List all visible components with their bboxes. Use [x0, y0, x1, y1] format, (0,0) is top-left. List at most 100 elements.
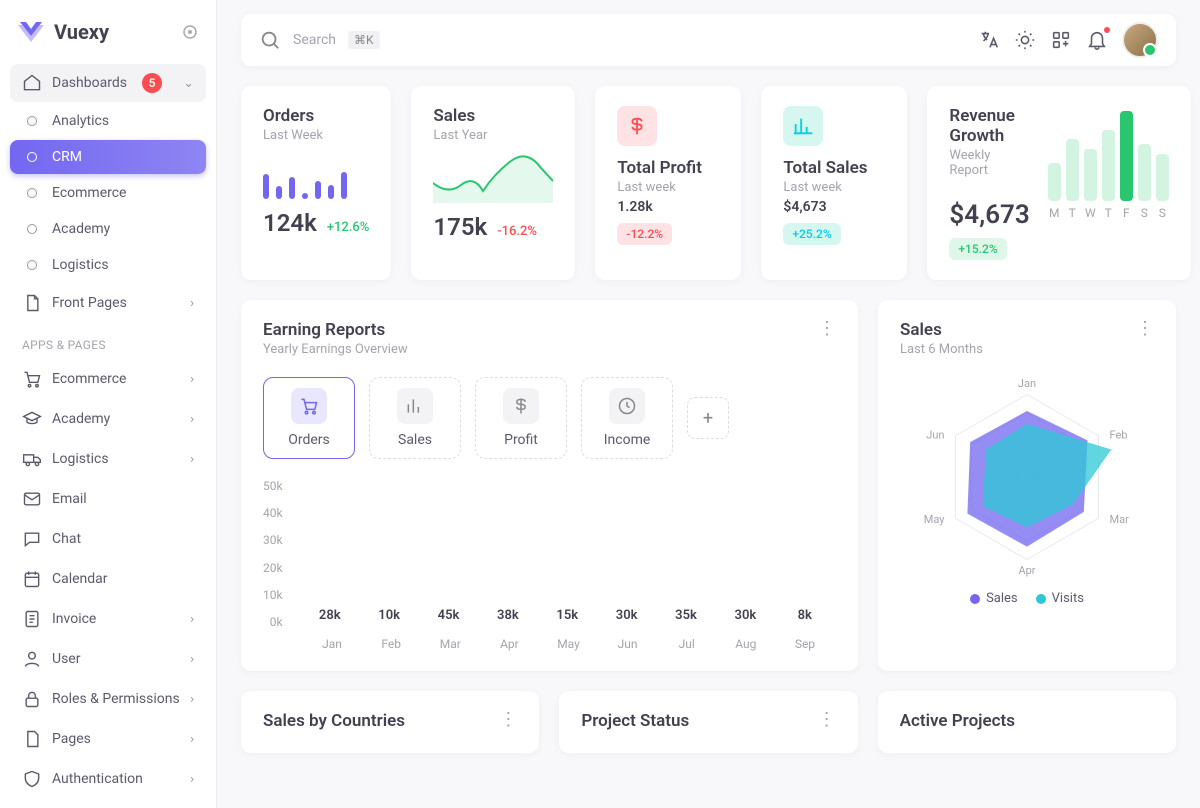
radar-chart: Jan Feb Mar Apr May Jun	[917, 367, 1137, 587]
card-menu-icon[interactable]: ⋮	[1136, 320, 1154, 338]
shield-icon	[22, 769, 42, 789]
profit-card: Total Profit Last week 1.28k -12.2%	[595, 86, 741, 280]
card-title: Sales	[433, 106, 553, 126]
chevron-right-icon: ›	[190, 772, 194, 787]
nav-roles[interactable]: Roles & Permissions›	[10, 680, 206, 718]
active-projects-card: Active Projects	[878, 691, 1176, 753]
revenue-bars: MTWTFSS	[1048, 106, 1169, 260]
main-content: Search ⌘K Orders Last Week 124k+12.6%	[217, 0, 1200, 808]
nav-academy-dash[interactable]: Academy	[10, 212, 206, 246]
nav-logistics[interactable]: Logistics›	[10, 440, 206, 478]
card-title: Active Projects	[900, 711, 1015, 731]
nav-academy[interactable]: Academy›	[10, 400, 206, 438]
sales-value: 175k	[433, 213, 487, 241]
legend-visits: Visits	[1036, 591, 1084, 606]
chat-icon	[22, 529, 42, 549]
total-sales-chip: +25.2%	[783, 223, 840, 245]
card-subtitle: Last 6 Months	[900, 342, 983, 357]
card-subtitle: Last week	[783, 180, 885, 195]
home-icon	[22, 73, 42, 93]
svg-text:Apr: Apr	[1018, 564, 1035, 577]
nav-auth[interactable]: Authentication›	[10, 760, 206, 798]
language-icon[interactable]	[978, 29, 1000, 51]
cart-icon	[22, 369, 42, 389]
nav-chat[interactable]: Chat	[10, 520, 206, 558]
pin-icon[interactable]	[182, 24, 198, 40]
search-trigger[interactable]: Search ⌘K	[259, 29, 380, 51]
revenue-chip: +15.2%	[949, 238, 1006, 260]
card-subtitle: Last Year	[433, 128, 553, 143]
brand-name: Vuexy	[54, 20, 109, 44]
chevron-right-icon: ›	[190, 296, 194, 311]
card-title: Total Sales	[783, 158, 885, 178]
calendar-icon	[22, 569, 42, 589]
earning-reports-card: Earning Reports Yearly Earnings Overview…	[241, 300, 858, 671]
card-title: Sales by Countries	[263, 711, 405, 731]
search-icon	[259, 29, 281, 51]
card-menu-icon[interactable]: ⋮	[818, 711, 836, 729]
sales-sparkline	[433, 153, 553, 203]
user-avatar[interactable]	[1122, 22, 1158, 58]
apps-icon[interactable]	[1050, 29, 1072, 51]
pages-icon	[22, 729, 42, 749]
graduation-icon	[22, 409, 42, 429]
svg-text:Mar: Mar	[1110, 513, 1130, 526]
nav-analytics[interactable]: Analytics	[10, 104, 206, 138]
chevron-right-icon: ›	[190, 612, 194, 627]
chevron-right-icon: ›	[190, 452, 194, 467]
invoice-icon	[22, 609, 42, 629]
theme-icon[interactable]	[1014, 29, 1036, 51]
profit-chip: -12.2%	[617, 223, 672, 245]
tab-income[interactable]: Income	[581, 377, 673, 459]
card-subtitle: Yearly Earnings Overview	[263, 342, 408, 357]
nav-ecommerce-dash[interactable]: Ecommerce	[10, 176, 206, 210]
card-title: Revenue Growth	[949, 106, 1029, 146]
legend-sales: Sales	[970, 591, 1018, 606]
section-apps-label: APPS & PAGES	[10, 324, 206, 358]
tab-profit[interactable]: Profit	[475, 377, 567, 459]
card-title: Project Status	[581, 711, 689, 731]
nav-calendar[interactable]: Calendar	[10, 560, 206, 598]
card-menu-icon[interactable]: ⋮	[818, 320, 836, 338]
lock-icon	[22, 689, 42, 709]
user-icon	[22, 649, 42, 669]
chevron-right-icon: ›	[190, 652, 194, 667]
nav-ecommerce[interactable]: Ecommerce›	[10, 360, 206, 398]
nav-invoice[interactable]: Invoice›	[10, 600, 206, 638]
chevron-right-icon: ›	[190, 372, 194, 387]
svg-text:Feb: Feb	[1110, 429, 1128, 442]
card-title: Earning Reports	[263, 320, 408, 340]
nav-user[interactable]: User›	[10, 640, 206, 678]
total-sales-value: $4,673	[783, 199, 885, 215]
card-title: Sales	[900, 320, 983, 340]
orders-pct: +12.6%	[327, 220, 370, 235]
card-title: Orders	[263, 106, 369, 126]
orders-sparkbar	[263, 157, 369, 199]
tab-sales[interactable]: Sales	[369, 377, 461, 459]
card-subtitle: Weekly Report	[949, 148, 1029, 178]
earning-bar-chart: 50k40k30k20k10k0k 28k 10k 45k 38k 15k 30…	[263, 479, 836, 629]
topbar: Search ⌘K	[241, 14, 1176, 66]
revenue-card: Revenue Growth Weekly Report $4,673 +15.…	[927, 86, 1190, 280]
tab-add[interactable]: +	[687, 397, 729, 439]
nav-logistics-dash[interactable]: Logistics	[10, 248, 206, 282]
file-icon	[22, 293, 42, 313]
notifications-icon[interactable]	[1086, 29, 1108, 51]
card-menu-icon[interactable]: ⋮	[499, 711, 517, 729]
nav-pages[interactable]: Pages›	[10, 720, 206, 758]
card-subtitle: Last week	[617, 180, 719, 195]
sales-pct: -16.2%	[497, 224, 537, 239]
nav-email[interactable]: Email	[10, 480, 206, 518]
sales-countries-card: Sales by Countries ⋮	[241, 691, 539, 753]
nav-front-pages[interactable]: Front Pages›	[10, 284, 206, 322]
profit-value: 1.28k	[617, 199, 719, 215]
nav-dashboards[interactable]: Dashboards 5 ⌄	[10, 64, 206, 102]
project-status-card: Project Status ⋮	[559, 691, 857, 753]
nav-crm[interactable]: CRM	[10, 140, 206, 174]
tab-orders[interactable]: Orders	[263, 377, 355, 459]
total-sales-card: Total Sales Last week $4,673 +25.2%	[761, 86, 907, 280]
clock-icon	[609, 388, 645, 424]
dollar-icon	[503, 388, 539, 424]
card-subtitle: Last Week	[263, 128, 369, 143]
truck-icon	[22, 449, 42, 469]
